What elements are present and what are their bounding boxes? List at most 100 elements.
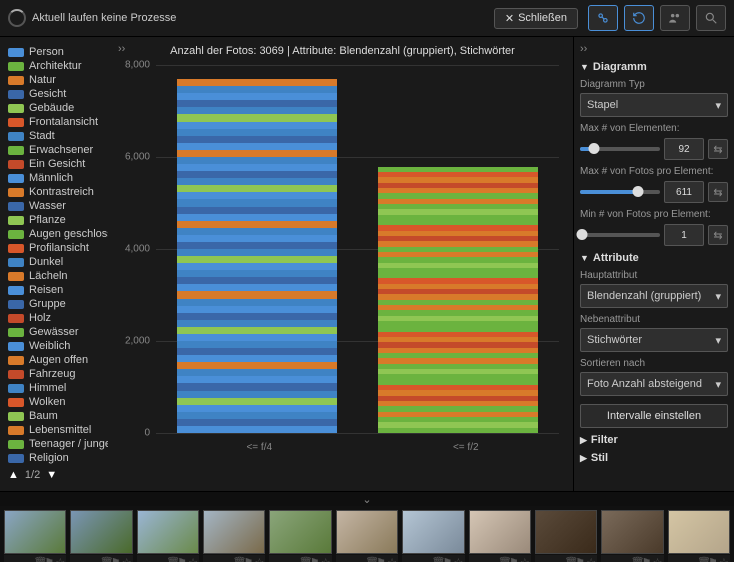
flag-icon[interactable]: ⚑ [509,556,518,562]
star-icon[interactable]: ☆ [254,556,263,562]
legend-item[interactable]: Baum [8,409,108,423]
legend-item[interactable]: Architektur [8,59,108,73]
legend-item[interactable]: Gebäude [8,101,108,115]
chart-bar[interactable] [177,79,337,433]
legend-item[interactable]: Ein Gesicht [8,157,108,171]
flag-icon[interactable]: ⚑ [708,556,717,562]
legend-item[interactable]: Lebensmittel [8,423,108,437]
thumbnail[interactable]: 🗑⚑☆ [70,510,132,554]
thumbnail[interactable]: 🗑⚑☆ [4,510,66,554]
min-photos-settings[interactable]: ⇆ [708,225,728,245]
expand-filmstrip-button[interactable]: ⌄ [0,491,734,506]
legend-item[interactable]: Reisen [8,283,108,297]
legend-prev-button[interactable]: ▲ [8,469,19,481]
star-icon[interactable]: ☆ [55,556,64,562]
star-icon[interactable]: ☆ [586,556,595,562]
trash-icon[interactable]: 🗑 [564,556,573,562]
legend-item[interactable]: Augen geschlossen [8,227,108,241]
max-photos-input[interactable] [664,181,704,203]
legend-item[interactable]: Wolken [8,395,108,409]
right-collapse-icon[interactable]: ›› [580,43,728,55]
star-icon[interactable]: ☆ [387,556,396,562]
star-icon[interactable]: ☆ [520,556,529,562]
main-attr-select[interactable]: Blendenzahl (gruppiert)▾ [580,284,728,308]
legend-item[interactable]: Stadt [8,129,108,143]
flag-icon[interactable]: ⚑ [575,556,584,562]
legend-item[interactable]: Himmel [8,381,108,395]
legend-item[interactable]: Wasser [8,199,108,213]
people-tool-button[interactable] [660,5,690,31]
legend-item[interactable]: Religion [8,451,108,465]
trash-icon[interactable]: 🗑 [631,556,640,562]
legend-item[interactable]: Gesicht [8,87,108,101]
link-tool-button[interactable] [588,5,618,31]
star-icon[interactable]: ☆ [454,556,463,562]
legend-item[interactable]: Fahrzeug [8,367,108,381]
trash-icon[interactable]: 🗑 [498,556,507,562]
legend-item[interactable]: Augen offen [8,353,108,367]
close-button[interactable]: ✕ Schließen [494,8,578,29]
max-elem-input[interactable] [664,138,704,160]
flag-icon[interactable]: ⚑ [177,556,186,562]
legend-item[interactable]: Holz [8,311,108,325]
legend-item[interactable]: Teenager / junger… [8,437,108,451]
legend-next-button[interactable]: ▼ [46,469,57,481]
legend-item[interactable]: Erwachsener [8,143,108,157]
max-elem-settings[interactable]: ⇆ [708,139,728,159]
section-style[interactable]: ▶Stil [580,452,728,464]
star-icon[interactable]: ☆ [321,556,330,562]
thumbnail[interactable]: 🗑⚑☆ [336,510,398,554]
thumbnail[interactable]: 🗑⚑☆ [269,510,331,554]
thumbnail[interactable]: 🗑⚑☆ [601,510,663,554]
flag-icon[interactable]: ⚑ [310,556,319,562]
trash-icon[interactable]: 🗑 [166,556,175,562]
thumbnail[interactable]: 🗑⚑☆ [203,510,265,554]
legend-item[interactable]: Natur [8,73,108,87]
legend-item[interactable]: Weiblich [8,339,108,353]
chart-bar[interactable] [378,166,538,433]
flag-icon[interactable]: ⚑ [443,556,452,562]
legend-item[interactable]: Männlich [8,171,108,185]
star-icon[interactable]: ☆ [188,556,197,562]
max-elem-slider[interactable] [580,147,660,151]
flag-icon[interactable]: ⚑ [44,556,53,562]
section-diagram[interactable]: ▼Diagramm [580,61,728,73]
max-photos-settings[interactable]: ⇆ [708,182,728,202]
thumbnail[interactable]: 🗑⚑☆ [535,510,597,554]
thumbnail[interactable]: 🗑⚑☆ [402,510,464,554]
search-tool-button[interactable] [696,5,726,31]
star-icon[interactable]: ☆ [719,556,728,562]
legend-item[interactable]: Person [8,45,108,59]
trash-icon[interactable]: 🗑 [232,556,241,562]
intervals-button[interactable]: Intervalle einstellen [580,404,728,428]
sub-attr-select[interactable]: Stichwörter▾ [580,328,728,352]
legend-item[interactable]: Pflanze [8,213,108,227]
star-icon[interactable]: ☆ [653,556,662,562]
section-filter[interactable]: ▶Filter [580,434,728,446]
trash-icon[interactable]: 🗑 [100,556,109,562]
thumbnail[interactable]: 🗑⚑☆ [137,510,199,554]
min-photos-slider[interactable] [580,233,660,237]
legend-item[interactable]: Frontalansicht [8,115,108,129]
flag-icon[interactable]: ⚑ [642,556,651,562]
trash-icon[interactable]: 🗑 [365,556,374,562]
flag-icon[interactable]: ⚑ [243,556,252,562]
legend-item[interactable]: Dunkel [8,255,108,269]
thumbnail[interactable]: 🗑⚑☆ [469,510,531,554]
sort-select[interactable]: Foto Anzahl absteigend▾ [580,372,728,396]
flag-icon[interactable]: ⚑ [376,556,385,562]
refresh-tool-button[interactable] [624,5,654,31]
section-attribute[interactable]: ▼Attribute [580,252,728,264]
legend-item[interactable]: Gruppe [8,297,108,311]
legend-item[interactable]: Profilansicht [8,241,108,255]
min-photos-input[interactable] [664,224,704,246]
panel-collapse-icon[interactable]: ›› [118,43,125,55]
legend-item[interactable]: Gewässer [8,325,108,339]
star-icon[interactable]: ☆ [122,556,131,562]
trash-icon[interactable]: 🗑 [33,556,42,562]
thumbnail[interactable]: 🗑⚑☆ [668,510,730,554]
trash-icon[interactable]: 🗑 [299,556,308,562]
trash-icon[interactable]: 🗑 [697,556,706,562]
legend-item[interactable]: Kontrastreich [8,185,108,199]
legend-item[interactable]: Lächeln [8,269,108,283]
